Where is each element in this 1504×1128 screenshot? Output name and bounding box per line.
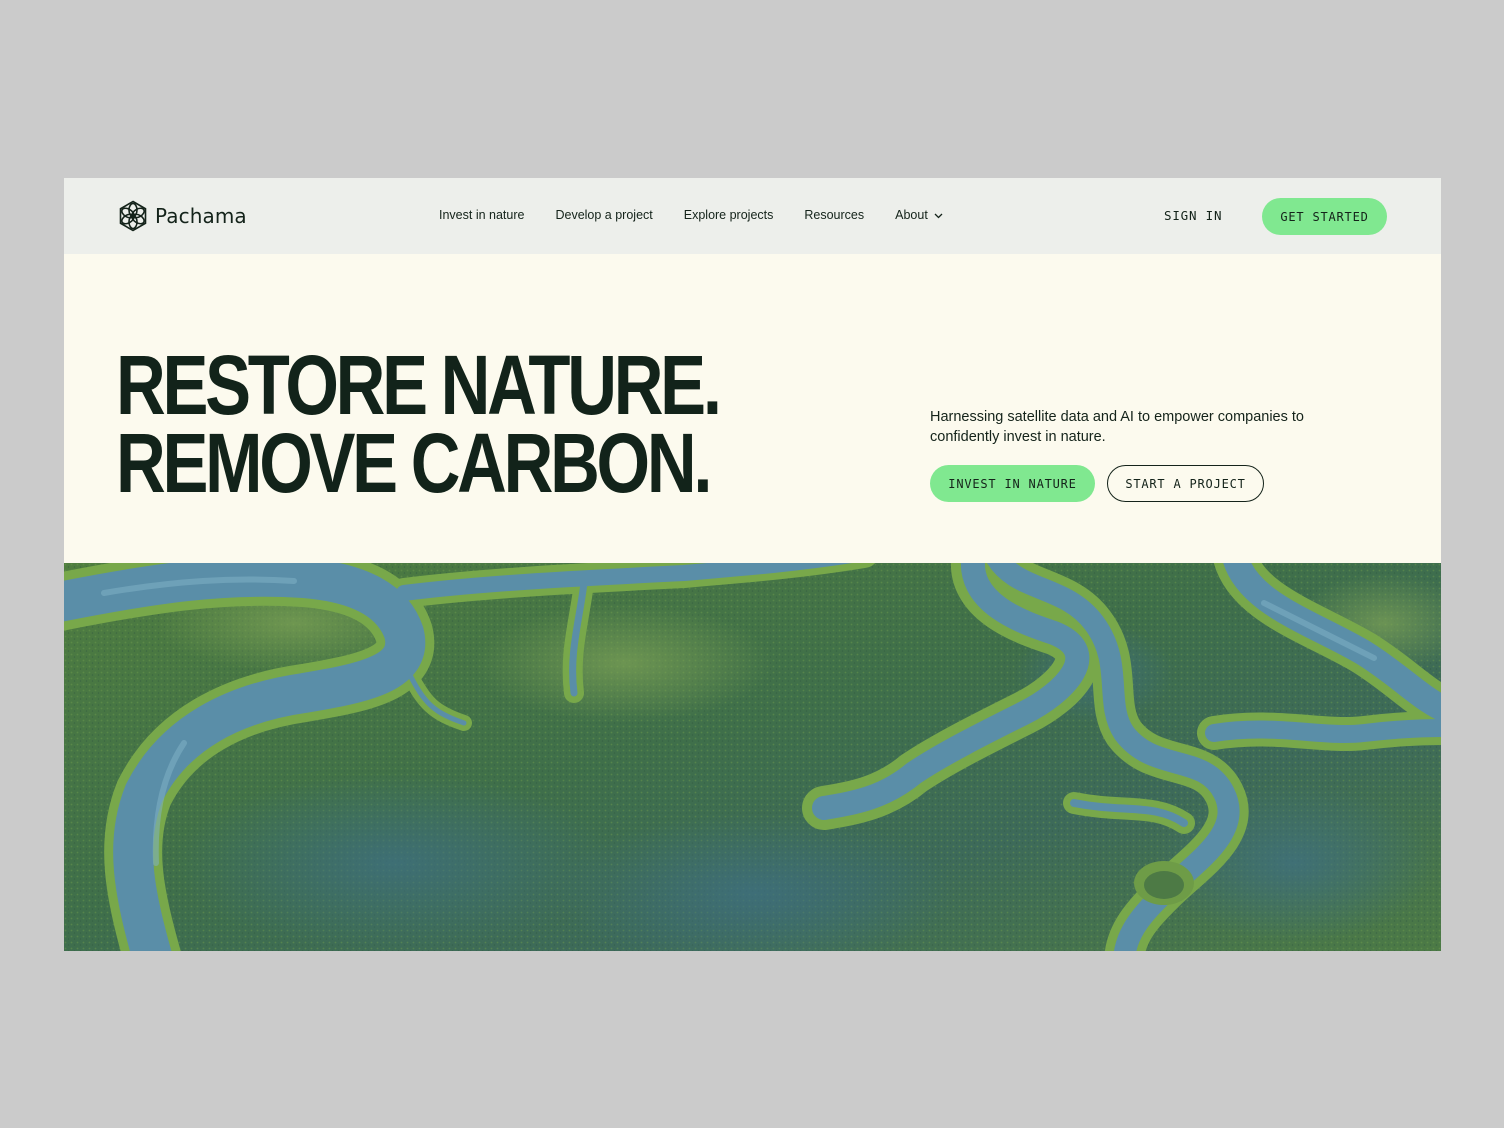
top-navigation: Pachama Invest in nature Develop a proje… [64, 178, 1441, 254]
hero-cta-group: INVEST IN NATURE START A PROJECT [930, 465, 1360, 502]
nav-links: Invest in nature Develop a project Explo… [439, 208, 943, 222]
nav-link-explore-projects[interactable]: Explore projects [684, 208, 774, 222]
flower-hexagon-icon [117, 200, 149, 232]
brand-logo[interactable]: Pachama [117, 200, 247, 232]
hero-headline: RESTORE NATURE. REMOVE CARBON. [116, 338, 722, 510]
hero-description: Harnessing satellite data and AI to empo… [930, 409, 1304, 445]
nav-about-label: About [895, 208, 928, 222]
hero-right-column: Harnessing satellite data and AI to empo… [930, 408, 1360, 502]
headline-line-2: REMOVE CARBON. [116, 416, 712, 510]
sign-in-link[interactable]: SIGN IN [1164, 208, 1222, 223]
headline-line-1: RESTORE NATURE. [116, 338, 722, 432]
invest-in-nature-button[interactable]: INVEST IN NATURE [930, 465, 1095, 502]
brand-name: Pachama [155, 204, 247, 228]
website-frame: Pachama Invest in nature Develop a proje… [64, 178, 1441, 951]
get-started-button[interactable]: GET STARTED [1262, 198, 1387, 235]
start-a-project-button[interactable]: START A PROJECT [1107, 465, 1264, 502]
nav-link-about[interactable]: About [895, 208, 943, 222]
nav-link-resources[interactable]: Resources [804, 208, 864, 222]
nav-link-invest-in-nature[interactable]: Invest in nature [439, 208, 524, 222]
chevron-down-icon [928, 208, 943, 222]
nav-link-develop-a-project[interactable]: Develop a project [555, 208, 652, 222]
aerial-marsh-image [64, 563, 1441, 951]
